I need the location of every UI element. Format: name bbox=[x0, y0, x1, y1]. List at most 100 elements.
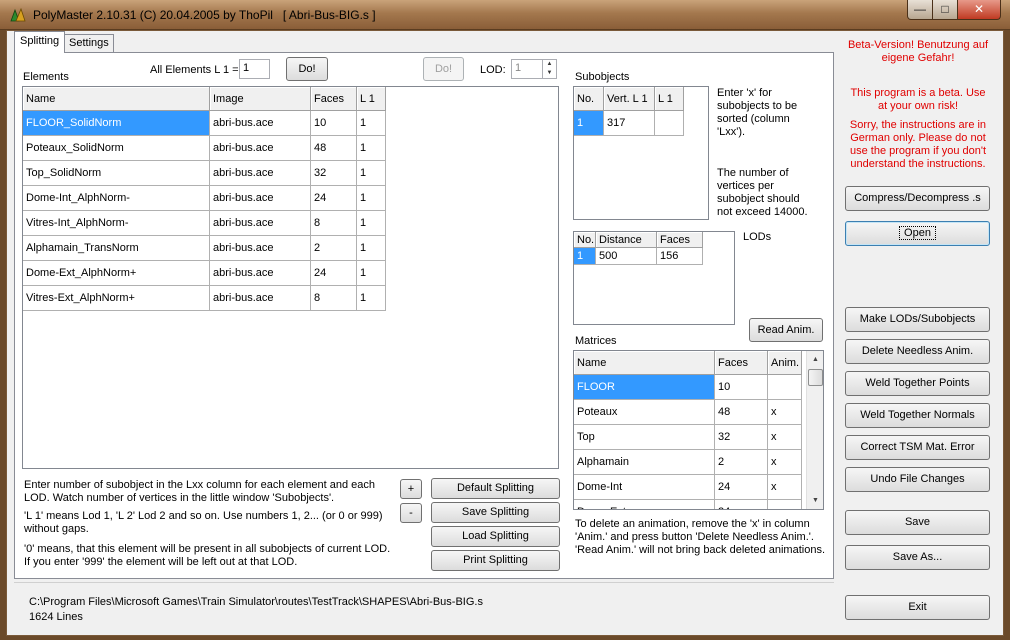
matrices-cell[interactable]: Alphamain bbox=[574, 450, 715, 475]
lod-spin-arrows-icon[interactable]: ▲ ▼ bbox=[542, 60, 556, 78]
elements-cell[interactable]: 1 bbox=[357, 236, 386, 261]
elements-cell[interactable]: abri-bus.ace bbox=[210, 111, 311, 136]
plus-button[interactable]: + bbox=[400, 479, 422, 499]
compress-decompress-button[interactable]: Compress/Decompress .s bbox=[845, 186, 990, 211]
make-lods-subobjects-button[interactable]: Make LODs/Subobjects bbox=[845, 307, 990, 332]
elements-cell[interactable]: 2 bbox=[311, 236, 357, 261]
weld-together-normals-button[interactable]: Weld Together Normals bbox=[845, 403, 990, 428]
elements-cell[interactable]: Dome-Ext_AlphNorm+ bbox=[23, 261, 210, 286]
matrices-row[interactable]: Dome-Ext24 bbox=[574, 500, 802, 509]
matrices-column-header[interactable]: Anim. bbox=[768, 351, 802, 375]
elements-cell[interactable]: abri-bus.ace bbox=[210, 211, 311, 236]
subobjects-cell[interactable] bbox=[655, 111, 684, 136]
elements-cell[interactable]: Vitres-Ext_AlphNorm+ bbox=[23, 286, 210, 311]
subobjects-row[interactable]: 1 317 bbox=[574, 111, 684, 136]
elements-cell[interactable]: Alphamain_TransNorm bbox=[23, 236, 210, 261]
elements-cell[interactable]: FLOOR_SolidNorm bbox=[23, 111, 210, 136]
elements-cell[interactable]: 1 bbox=[357, 186, 386, 211]
matrices-cell[interactable]: 24 bbox=[715, 475, 768, 500]
subobjects-column-header[interactable]: L 1 bbox=[655, 87, 684, 111]
elements-column-header[interactable]: L 1 bbox=[357, 87, 386, 111]
matrices-cell[interactable] bbox=[768, 500, 802, 509]
matrices-cell[interactable]: x bbox=[768, 475, 802, 500]
correct-tsm-mat-error-button[interactable]: Correct TSM Mat. Error bbox=[845, 435, 990, 460]
matrices-grid[interactable]: Name Faces Anim. FLOOR 10 Poteaux 48 x Top 32 x Alp… bbox=[573, 350, 824, 510]
save-as-button[interactable]: Save As... bbox=[845, 545, 990, 570]
open-button[interactable]: Open bbox=[845, 221, 990, 246]
elements-cell[interactable]: abri-bus.ace bbox=[210, 186, 311, 211]
matrices-cell[interactable]: FLOOR bbox=[574, 375, 715, 400]
elements-row[interactable]: Dome-Int_AlphNorm-abri-bus.ace 24 1 bbox=[23, 186, 386, 211]
elements-cell[interactable]: abri-bus.ace bbox=[210, 261, 311, 286]
elements-column-header[interactable]: Image bbox=[210, 87, 311, 111]
elements-cell[interactable]: 24 bbox=[311, 186, 357, 211]
lods-column-header[interactable]: Distance bbox=[596, 232, 657, 248]
do-all-elements-button[interactable]: Do! bbox=[286, 57, 328, 81]
matrices-cell[interactable]: Dome-Int bbox=[574, 475, 715, 500]
all-elements-input[interactable]: 1 bbox=[239, 59, 270, 79]
scroll-up-arrow-icon[interactable]: ▲ bbox=[807, 351, 824, 368]
matrices-cell[interactable]: 2 bbox=[715, 450, 768, 475]
subobjects-column-header[interactable]: Vert. L 1 bbox=[604, 87, 655, 111]
matrices-cell[interactable]: x bbox=[768, 400, 802, 425]
matrices-cell[interactable]: x bbox=[768, 450, 802, 475]
elements-row[interactable]: Alphamain_TransNorm abri-bus.ace 2 1 bbox=[23, 236, 386, 261]
elements-cell[interactable]: abri-bus.ace bbox=[210, 136, 311, 161]
elements-row[interactable]: FLOOR_SolidNorm abri-bus.ace 10 1 bbox=[23, 111, 386, 136]
exit-button[interactable]: Exit bbox=[845, 595, 990, 620]
elements-row[interactable]: Dome-Ext_AlphNorm+ abri-bus.ace 24 1 bbox=[23, 261, 386, 286]
lods-column-header[interactable]: Faces bbox=[657, 232, 703, 248]
matrices-column-header[interactable]: Faces bbox=[715, 351, 768, 375]
elements-cell[interactable]: 24 bbox=[311, 261, 357, 286]
elements-cell[interactable]: 8 bbox=[311, 211, 357, 236]
minus-button[interactable]: - bbox=[400, 503, 422, 523]
tab-settings[interactable]: Settings bbox=[64, 34, 114, 52]
lods-grid[interactable]: No. Distance Faces 1 500 156 bbox=[573, 231, 735, 325]
elements-row[interactable]: Poteaux_SolidNorm abri-bus.ace 48 1 bbox=[23, 136, 386, 161]
matrices-cell[interactable]: 48 bbox=[715, 400, 768, 425]
elements-column-header[interactable]: Faces bbox=[311, 87, 357, 111]
elements-cell[interactable]: Poteaux_SolidNorm bbox=[23, 136, 210, 161]
subobjects-column-header[interactable]: No. bbox=[574, 87, 604, 111]
load-splitting-button[interactable]: Load Splitting bbox=[431, 526, 560, 547]
matrices-row[interactable]: Dome-Int 24 x bbox=[574, 475, 802, 500]
matrices-row[interactable]: Top 32 x bbox=[574, 425, 802, 450]
tab-splitting[interactable]: Splitting bbox=[14, 31, 66, 53]
elements-cell[interactable]: 8 bbox=[311, 286, 357, 311]
lod-stepper[interactable]: 1 ▲ ▼ bbox=[511, 59, 557, 79]
subobjects-cell[interactable]: 317 bbox=[604, 111, 655, 136]
delete-needless-anim-button[interactable]: Delete Needless Anim. bbox=[845, 339, 990, 364]
subobjects-cell[interactable]: 1 bbox=[574, 111, 604, 136]
save-button[interactable]: Save bbox=[845, 510, 990, 535]
elements-cell[interactable]: abri-bus.ace bbox=[210, 286, 311, 311]
elements-cell[interactable]: 1 bbox=[357, 161, 386, 186]
subobjects-grid[interactable]: No. Vert. L 1L 1 1 317 bbox=[573, 86, 709, 220]
default-splitting-button[interactable]: Default Splitting bbox=[431, 478, 560, 499]
lods-cell[interactable]: 1 bbox=[574, 248, 596, 265]
elements-cell[interactable]: Dome-Int_AlphNorm- bbox=[23, 186, 210, 211]
matrices-cell[interactable]: 10 bbox=[715, 375, 768, 400]
read-anim-button[interactable]: Read Anim. bbox=[749, 318, 823, 342]
scroll-thumb[interactable] bbox=[808, 369, 823, 386]
elements-cell[interactable]: Vitres-Int_AlphNorm- bbox=[23, 211, 210, 236]
elements-grid[interactable]: Name Image Faces L 1 FLOOR_SolidNorm abri-bus… bbox=[22, 86, 559, 469]
do-lod-button[interactable]: Do! bbox=[423, 57, 464, 81]
elements-cell[interactable]: 10 bbox=[311, 111, 357, 136]
elements-cell[interactable]: 1 bbox=[357, 111, 386, 136]
undo-file-changes-button[interactable]: Undo File Changes bbox=[845, 467, 990, 492]
print-splitting-button[interactable]: Print Splitting bbox=[431, 550, 560, 571]
elements-cell[interactable]: 1 bbox=[357, 261, 386, 286]
save-splitting-button[interactable]: Save Splitting bbox=[431, 502, 560, 523]
elements-cell[interactable]: 48 bbox=[311, 136, 357, 161]
matrices-scrollbar[interactable]: ▲ ▼ bbox=[806, 351, 823, 509]
elements-row[interactable]: Top_SolidNorm abri-bus.ace 32 1 bbox=[23, 161, 386, 186]
elements-cell[interactable]: Top_SolidNorm bbox=[23, 161, 210, 186]
elements-cell[interactable]: 32 bbox=[311, 161, 357, 186]
elements-cell[interactable]: 1 bbox=[357, 286, 386, 311]
matrices-row[interactable]: FLOOR 10 bbox=[574, 375, 802, 400]
matrices-cell[interactable]: Dome-Ext bbox=[574, 500, 715, 509]
lods-row[interactable]: 1 500 156 bbox=[574, 248, 703, 265]
elements-column-header[interactable]: Name bbox=[23, 87, 210, 111]
minimize-button[interactable]: — bbox=[907, 0, 933, 20]
weld-together-points-button[interactable]: Weld Together Points bbox=[845, 371, 990, 396]
